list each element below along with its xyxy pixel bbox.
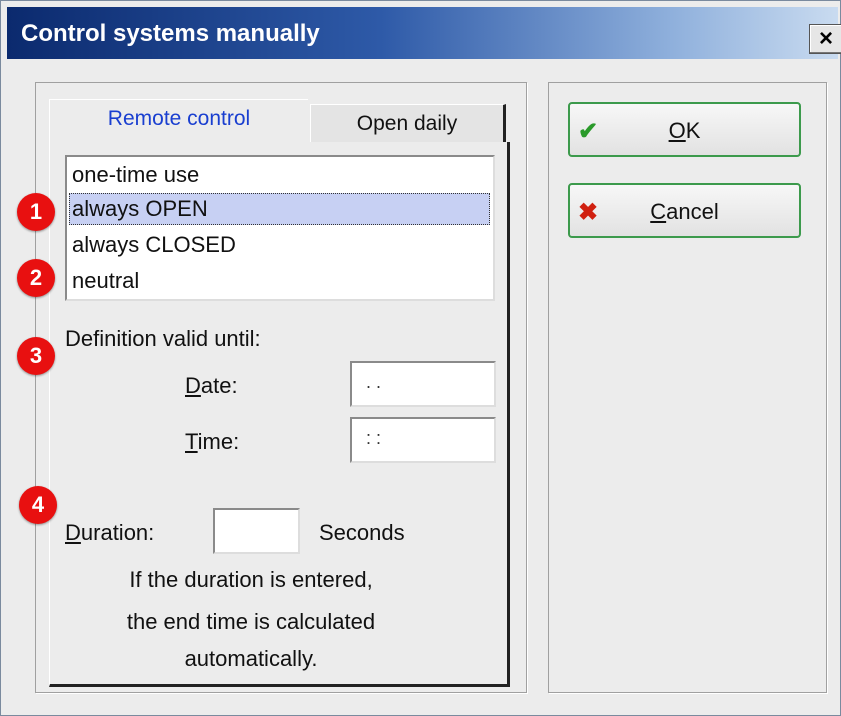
ok-button-label: OK bbox=[668, 118, 701, 143]
right-group-frame bbox=[548, 82, 827, 693]
callout-badge-4: 4 bbox=[19, 486, 57, 524]
time-label: Time: bbox=[185, 429, 240, 454]
callout-badge-3: 3 bbox=[17, 337, 55, 375]
window-title: Control systems manually bbox=[21, 20, 320, 47]
callout-badge-1: 1 bbox=[17, 193, 55, 231]
duration-input[interactable] bbox=[213, 508, 300, 554]
list-item-always-closed[interactable]: always CLOSED bbox=[69, 229, 490, 261]
date-label: Date: bbox=[185, 373, 238, 398]
mode-listbox[interactable]: one-time use always OPEN always CLOSED n… bbox=[65, 155, 495, 301]
list-item-neutral[interactable]: neutral bbox=[69, 265, 490, 297]
time-input[interactable]: : : bbox=[350, 417, 496, 463]
cancel-button-label: Cancel bbox=[650, 199, 719, 224]
valid-until-heading: Definition valid until: bbox=[65, 326, 261, 351]
duration-label: Duration: bbox=[65, 520, 155, 545]
title-bar[interactable]: Control systems manually × bbox=[7, 7, 841, 59]
duration-note-line-3: automatically. bbox=[184, 646, 318, 671]
cancel-button[interactable]: ✖ Cancel bbox=[568, 183, 801, 238]
close-button[interactable]: × bbox=[809, 24, 841, 54]
ok-button[interactable]: ✔ OK bbox=[568, 102, 801, 157]
duration-note-line-1: If the duration is entered, bbox=[129, 567, 373, 592]
list-item-one-time-use[interactable]: one-time use bbox=[69, 159, 490, 191]
list-item-always-open[interactable]: always OPEN bbox=[69, 193, 490, 225]
tab-open-daily[interactable]: Open daily bbox=[310, 104, 506, 145]
callout-badge-2: 2 bbox=[17, 259, 55, 297]
tab-remote-control[interactable]: Remote control bbox=[49, 99, 308, 146]
duration-unit: Seconds bbox=[319, 520, 405, 545]
date-input[interactable]: . . bbox=[350, 361, 496, 407]
dialog-window: Control systems manually × Remote contro… bbox=[0, 0, 841, 716]
